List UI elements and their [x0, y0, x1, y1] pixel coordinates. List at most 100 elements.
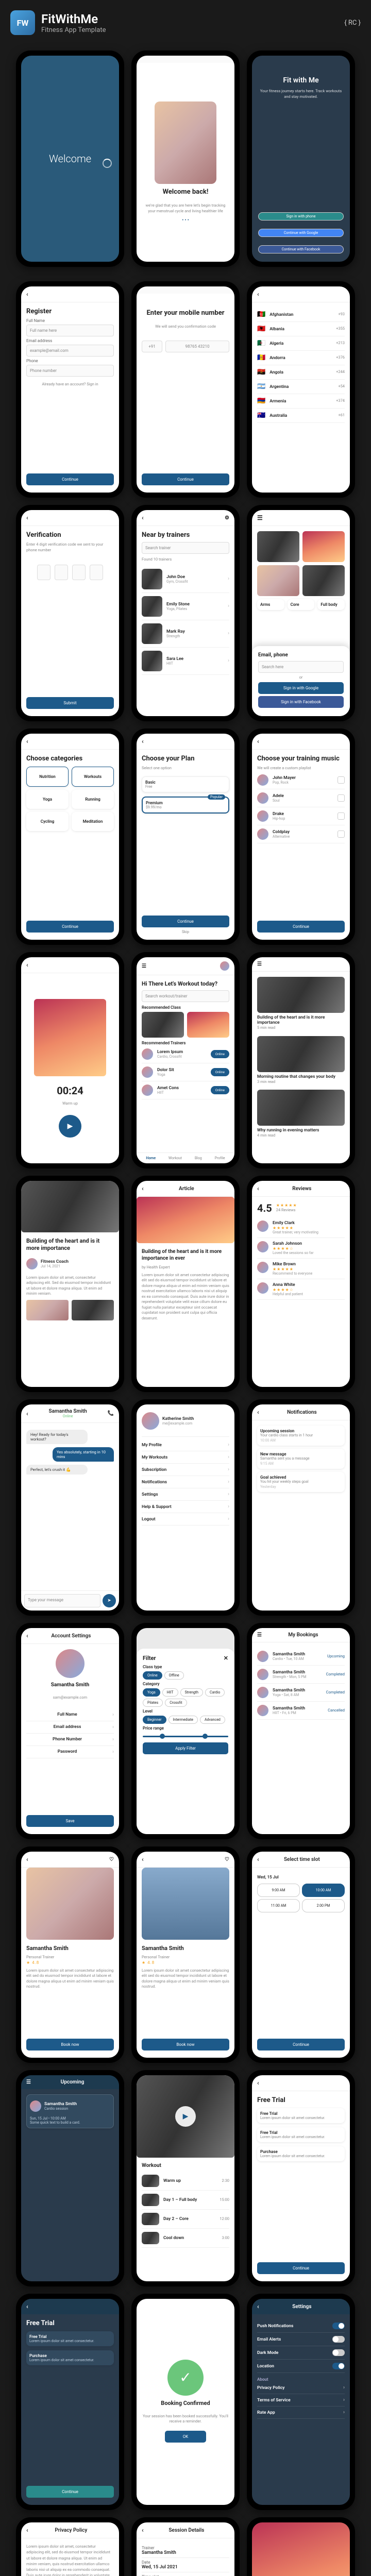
time-slot[interactable]: 2:00 PM: [302, 1899, 345, 1912]
setting-row[interactable]: Rate App ›: [257, 2406, 345, 2419]
profile-avatar[interactable]: [56, 1649, 85, 1678]
ft-card[interactable]: Free TrialLorem ipsum dolor sit amet con…: [26, 2331, 114, 2346]
ok-button[interactable]: OK: [165, 2431, 206, 2443]
nav-blog[interactable]: Blog: [195, 1156, 202, 1160]
register-continue-button[interactable]: Continue: [26, 473, 114, 485]
account-row[interactable]: Email address ›: [26, 1721, 114, 1734]
book-button[interactable]: Book now: [26, 2039, 114, 2050]
filter-pill[interactable]: Cardio: [205, 1688, 225, 1697]
category-tile[interactable]: Nutrition: [26, 767, 69, 787]
setting-row[interactable]: Dark Mode: [257, 2346, 345, 2360]
slider-handle[interactable]: [203, 1734, 208, 1739]
account-row[interactable]: Phone Number ›: [26, 1734, 114, 1746]
send-icon[interactable]: ➤: [103, 1594, 116, 1607]
ft-card[interactable]: Free TrialLorem ipsum dolor sit amet con…: [257, 2127, 345, 2142]
filter-pill[interactable]: Advanced: [200, 1716, 225, 1724]
input-fullname[interactable]: Full name here: [26, 325, 114, 336]
menu-row[interactable]: Logout ›: [142, 1513, 229, 1526]
back-icon[interactable]: ‹: [142, 514, 144, 521]
music-row[interactable]: John MayerPop, Rock: [257, 771, 345, 789]
plan-option[interactable]: Popular Premium $9.99/mo: [142, 796, 229, 814]
category-tile[interactable]: Yoga: [26, 790, 69, 809]
country-row[interactable]: 🇦🇱 Albania +355: [257, 322, 345, 336]
country-row[interactable]: 🇦🇩 Andorra +376: [257, 351, 345, 365]
filter-pill[interactable]: Intermediate: [168, 1716, 198, 1724]
menu-icon[interactable]: ☰: [257, 1632, 262, 1638]
back-icon[interactable]: ‹: [142, 1856, 144, 1863]
apply-filter-button[interactable]: Apply Filter: [143, 1742, 228, 1754]
ft-card[interactable]: PurchaseLorem ipsum dolor sit amet conse…: [26, 2350, 114, 2365]
code-box[interactable]: [90, 565, 103, 580]
trainer-row[interactable]: Dolor SitYoga Online: [142, 1063, 229, 1081]
filter-pill[interactable]: Offline: [164, 1671, 184, 1680]
back-icon[interactable]: ‹: [257, 1185, 259, 1192]
save-button[interactable]: Save: [26, 1815, 114, 1827]
workout-tile[interactable]: [257, 531, 299, 562]
facebook-button[interactable]: Sign in with Facebook: [258, 696, 344, 708]
input-phone[interactable]: Phone number: [26, 365, 114, 377]
video-row[interactable]: Day 2 – Core 12:00: [142, 2210, 229, 2229]
signin-google-button[interactable]: Continue with Google: [258, 229, 344, 237]
country-row[interactable]: 🇦🇺 Australia +61: [257, 409, 345, 423]
menu-icon[interactable]: ☰: [142, 963, 146, 969]
book-button[interactable]: Book now: [142, 2039, 229, 2050]
back-icon[interactable]: ‹: [257, 738, 259, 745]
slot-continue-button[interactable]: Continue: [257, 2039, 345, 2050]
signin-facebook-button[interactable]: Continue with Facebook: [258, 245, 344, 253]
music-row[interactable]: AdeleSoul: [257, 789, 345, 807]
video-row[interactable]: Cool down 3:00: [142, 2229, 229, 2248]
trainer-row[interactable]: Lorem IpsumCardio, Crossfit Online: [142, 1045, 229, 1063]
ft-continue-button[interactable]: Continue: [257, 2262, 345, 2274]
music-continue-button[interactable]: Continue: [257, 921, 345, 933]
nav-home[interactable]: Home: [146, 1156, 156, 1160]
booking-row[interactable]: Samantha SmithHIIT • Fri, 6 PM Cancelled: [257, 1702, 345, 1720]
country-row[interactable]: 🇦🇲 Armenia +374: [257, 394, 345, 409]
class-card[interactable]: Samantha Smith Cardio session Sun, 15 Ju…: [26, 2094, 114, 2128]
toggle-switch[interactable]: [332, 2349, 345, 2356]
country-row[interactable]: 🇩🇿 Algeria +213: [257, 336, 345, 351]
back-icon[interactable]: ‹: [257, 1409, 259, 1416]
trainer-row[interactable]: Mark RayStrength ›: [142, 620, 229, 648]
back-icon[interactable]: ‹: [26, 291, 28, 298]
back-icon[interactable]: ‹: [257, 2079, 259, 2087]
checkbox-icon[interactable]: [338, 776, 345, 784]
booking-row[interactable]: Samantha SmithStrength • Mon, 5 PM Compl…: [257, 1666, 345, 1684]
toggle-switch[interactable]: [332, 2323, 345, 2329]
booking-row[interactable]: Samantha SmithCardio • Tue, 10 AM Upcomi…: [257, 1648, 345, 1666]
country-row[interactable]: 🇦🇫 Afghanistan +93: [257, 308, 345, 322]
trainer-row[interactable]: John DoeGym, Crossfit ›: [142, 566, 229, 593]
blog-card[interactable]: Morning routine that changes your body 3…: [257, 1036, 345, 1085]
back-icon[interactable]: ‹: [26, 514, 28, 521]
menu-row[interactable]: Help & Support ›: [142, 1501, 229, 1513]
class-card[interactable]: [142, 1012, 184, 1038]
account-row[interactable]: Password ›: [26, 1746, 114, 1758]
notif-card[interactable]: New messageSamantha sent you a message9:…: [257, 1449, 345, 1469]
country-row[interactable]: 🇦🇴 Angola +244: [257, 365, 345, 380]
code-box[interactable]: [37, 565, 50, 580]
ft-card[interactable]: PurchaseLorem ipsum dolor sit amet conse…: [257, 2146, 345, 2161]
category-tile[interactable]: Workouts: [72, 767, 114, 787]
call-icon[interactable]: 📞: [108, 1411, 114, 1416]
setting-row[interactable]: Email Alerts: [257, 2333, 345, 2346]
category-tile[interactable]: Running: [72, 790, 114, 809]
music-row[interactable]: ColdplayAlternative: [257, 825, 345, 843]
music-row[interactable]: DrakeHip-hop: [257, 807, 345, 825]
signin-phone-button[interactable]: Sign in with phone: [258, 212, 344, 221]
filter-pill[interactable]: HIIT: [162, 1688, 178, 1697]
workout-tile[interactable]: [257, 565, 299, 596]
menu-icon[interactable]: ☰: [257, 961, 262, 967]
time-slot[interactable]: 11:00 AM: [257, 1899, 300, 1912]
menu-row[interactable]: My Workouts ›: [142, 1451, 229, 1464]
checkbox-icon[interactable]: [338, 831, 345, 838]
back-icon[interactable]: ‹: [142, 2527, 144, 2534]
filter-pill[interactable]: Crossfit: [165, 1699, 187, 1707]
time-slot[interactable]: 9:00 AM: [257, 1884, 300, 1897]
checkbox-icon[interactable]: [338, 812, 345, 820]
setting-row[interactable]: Location: [257, 2360, 345, 2373]
toggle-switch[interactable]: [332, 2336, 345, 2343]
modal-search[interactable]: Search here: [258, 661, 344, 673]
verify-submit-button[interactable]: Submit: [26, 697, 114, 709]
setting-row[interactable]: Push Notifications: [257, 2319, 345, 2333]
trainer-row[interactable]: Amet ConsHIIT Online: [142, 1081, 229, 1099]
setting-row[interactable]: Privacy Policy ›: [257, 2382, 345, 2394]
